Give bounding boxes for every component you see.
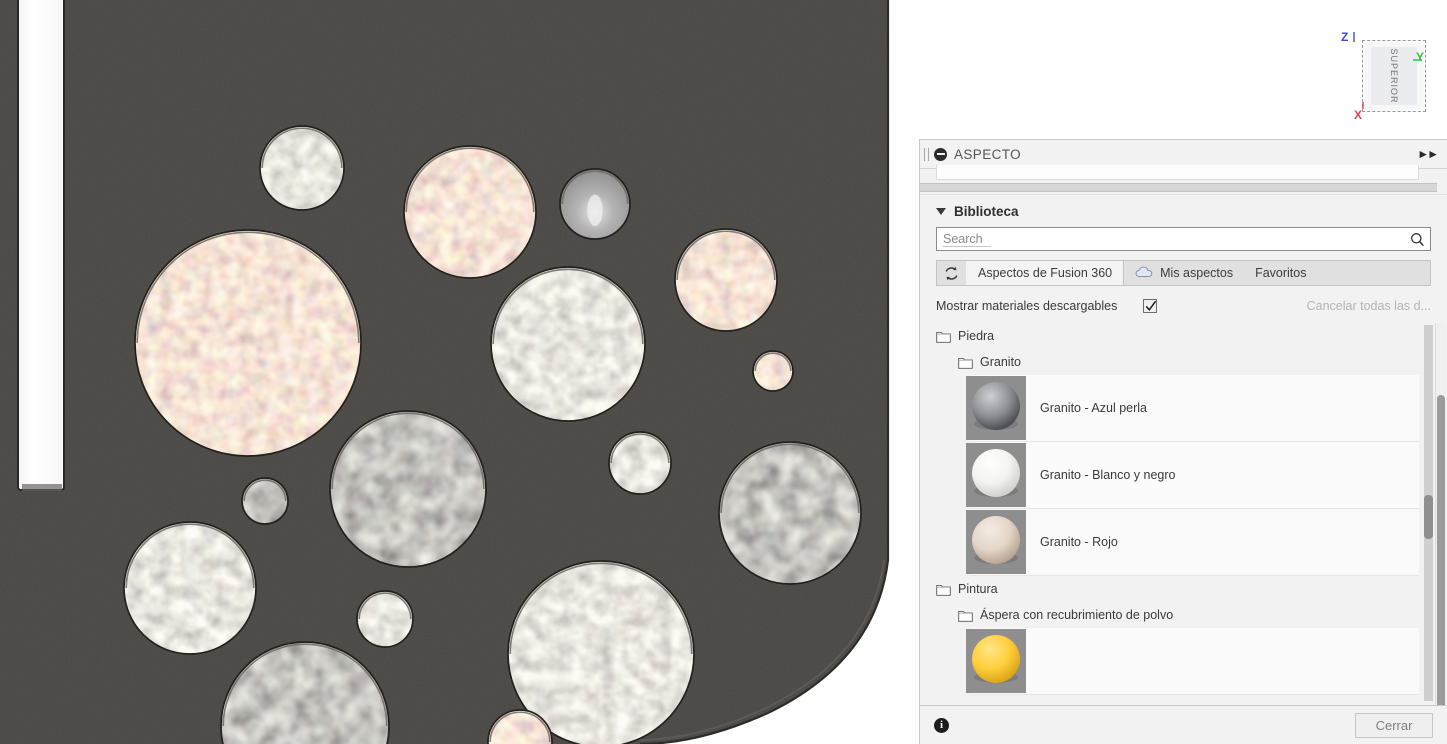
material-list-item[interactable]: Granito - Blanco y negro: [966, 442, 1419, 509]
library-tabs[interactable]: Aspectos de Fusion 360 Mis aspectos Favo…: [936, 260, 1431, 286]
tree-folder-row[interactable]: Áspera con recubrimiento de polvo: [932, 602, 1419, 628]
tree-folder-label: Granito: [980, 355, 1021, 369]
panel-scrollbar-thumb[interactable]: [1437, 395, 1445, 705]
tab-mis-aspectos[interactable]: Mis aspectos: [1124, 261, 1244, 285]
show-downloadable-checkbox[interactable]: [1143, 299, 1158, 313]
plate-hole[interactable]: [559, 168, 631, 240]
close-button[interactable]: Cerrar: [1355, 712, 1433, 738]
appearance-panel[interactable]: ASPECTO ►► Biblioteca Search Aspectos de…: [919, 139, 1447, 744]
material-list-item[interactable]: Granito - Azul perla: [966, 375, 1419, 442]
tree-folder-row[interactable]: Pintura: [932, 576, 1419, 602]
plate-slot: [17, 0, 65, 491]
library-tree-items[interactable]: Piedra Granito Granito - Azul perla Granito…: [932, 323, 1419, 705]
search-input[interactable]: [937, 229, 1406, 249]
library-tree-scrollbar-thumb[interactable]: [1424, 495, 1433, 539]
tree-folder-row[interactable]: Granito: [932, 349, 1419, 375]
tree-folder-row[interactable]: Piedra: [932, 323, 1419, 349]
material-name: Granito - Blanco y negro: [1040, 468, 1176, 482]
perforated-plate-model[interactable]: [0, 0, 920, 744]
panel-title: ASPECTO: [954, 146, 1022, 162]
search-placeholder-underline: [943, 246, 991, 247]
panel-drag-grip[interactable]: [924, 147, 929, 161]
folder-icon: [958, 609, 973, 622]
panel-top-cut-content: [920, 165, 1447, 195]
info-icon[interactable]: i: [934, 717, 949, 733]
view-cube-axis-lines: [1353, 32, 1422, 109]
material-name: Granito - Azul perla: [1040, 401, 1147, 415]
library-tree[interactable]: Piedra Granito Granito - Azul perla Granito…: [920, 323, 1447, 705]
tree-folder-label: Pintura: [958, 582, 998, 596]
cancel-all-downloads-link[interactable]: Cancelar todas las d...: [1307, 299, 1431, 313]
show-downloadable-label: Mostrar materiales descargables: [936, 299, 1118, 313]
library-section-header[interactable]: Biblioteca: [920, 195, 1447, 227]
search-box[interactable]: [936, 227, 1431, 251]
folder-icon: [958, 356, 973, 369]
material-list-item[interactable]: Granito - Rojo: [966, 509, 1419, 576]
library-tree-scrollbar[interactable]: [1424, 325, 1433, 701]
tab-label: Aspectos de Fusion 360: [978, 266, 1113, 280]
material-swatch[interactable]: [966, 443, 1026, 507]
tab-label: Mis aspectos: [1160, 266, 1234, 280]
panel-scrollbar[interactable]: [1435, 323, 1446, 705]
double-chevron-right-icon[interactable]: ►►: [1417, 148, 1439, 160]
folder-icon: [936, 330, 951, 343]
panel-top-field[interactable]: [936, 165, 1419, 180]
search-icon[interactable]: [1406, 229, 1428, 249]
panel-footer: i Cerrar: [920, 705, 1447, 744]
material-swatch[interactable]: [966, 629, 1026, 693]
app-root: SUPERIOR Z Y X ASPECTO ►► Biblioteca Sea…: [0, 0, 1447, 744]
show-downloadable-row: Mostrar materiales descargables Cancelar…: [920, 289, 1447, 323]
tab-aspectos-fusion360[interactable]: Aspectos de Fusion 360: [966, 261, 1125, 285]
material-swatch[interactable]: [966, 376, 1026, 440]
material-swatch[interactable]: [966, 510, 1026, 574]
search-row: [920, 227, 1447, 251]
material-name: Granito - Rojo: [1040, 535, 1118, 549]
tab-label: Favoritos: [1255, 266, 1307, 280]
folder-icon: [936, 583, 951, 596]
tree-folder-label: Piedra: [958, 329, 995, 343]
panel-horizontal-scrollbar[interactable]: [920, 183, 1437, 192]
plate-geometry: [0, 0, 890, 744]
view-cube[interactable]: SUPERIOR Z Y X: [1330, 14, 1440, 124]
collapse-icon[interactable]: [934, 147, 947, 161]
refresh-icon[interactable]: [937, 261, 967, 285]
library-section-label: Biblioteca: [954, 203, 1019, 219]
cloud-icon: [1135, 265, 1154, 281]
tab-favoritos[interactable]: Favoritos: [1244, 261, 1317, 285]
chevron-down-icon[interactable]: [936, 207, 946, 215]
3d-viewport[interactable]: [0, 0, 920, 744]
material-list-item[interactable]: [966, 628, 1419, 695]
tree-folder-label: Áspera con recubrimiento de polvo: [980, 608, 1174, 622]
